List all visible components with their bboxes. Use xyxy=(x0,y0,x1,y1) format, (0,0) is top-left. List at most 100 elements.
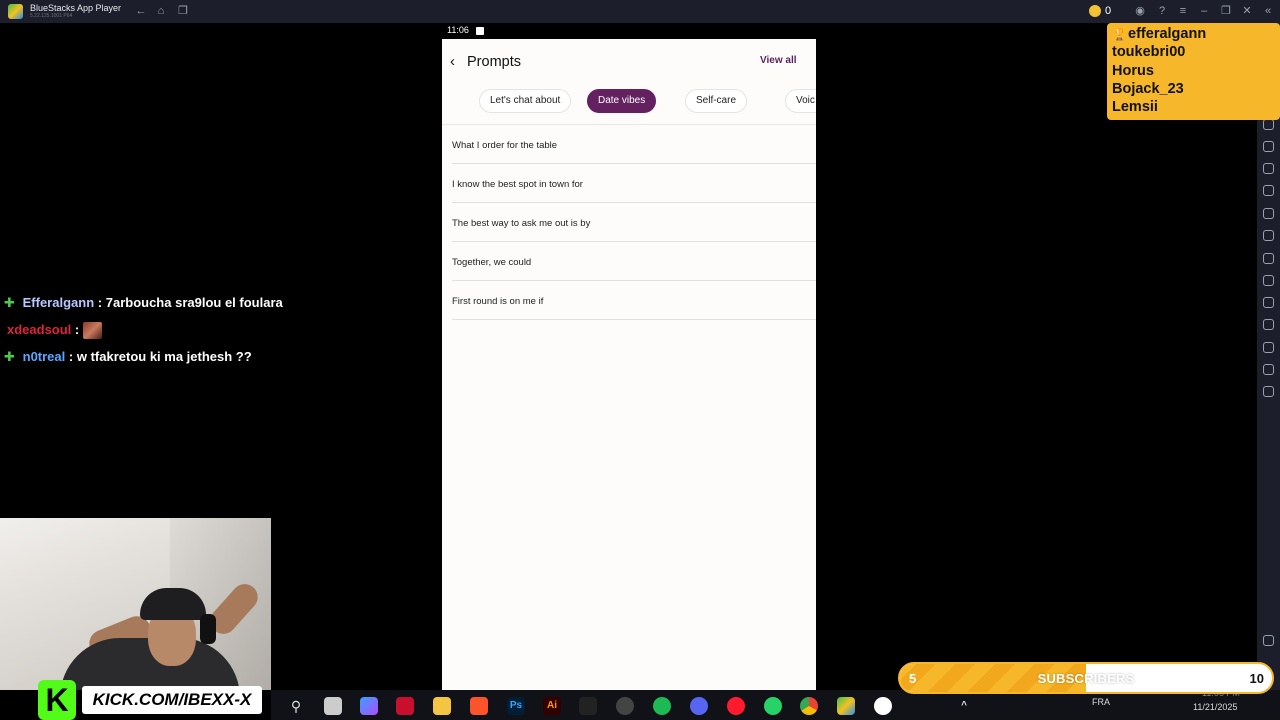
search-icon[interactable]: ⚲ xyxy=(287,697,305,715)
home-icon[interactable]: ⌂ xyxy=(154,4,168,18)
language-indicator[interactable]: FRA xyxy=(1092,697,1110,707)
file-explorer-icon[interactable] xyxy=(433,697,451,715)
category-chips: Let's chat about Date vibes Self-care Vo… xyxy=(442,89,816,114)
chat-username: Efferalgann xyxy=(22,295,95,310)
help-icon[interactable]: ? xyxy=(1155,4,1169,18)
subscriber-goal-bar: 5 SUBSCRIBERS 10 xyxy=(898,662,1274,694)
discord-icon[interactable] xyxy=(690,697,708,715)
figma-icon[interactable] xyxy=(579,697,597,715)
status-bar: 11:06 xyxy=(442,23,816,39)
chat-separator: : xyxy=(68,349,74,364)
app-icon[interactable] xyxy=(874,697,892,715)
prompt-text: The best way to ask me out is by xyxy=(452,218,591,229)
app-version: 5.22.125.1001 P64 xyxy=(30,13,73,19)
recent-apps-icon[interactable]: ❐ xyxy=(176,4,190,18)
chrome-icon[interactable] xyxy=(800,697,818,715)
settings-gear-icon[interactable] xyxy=(1263,635,1274,646)
prompt-item[interactable]: The best way to ask me out is by xyxy=(452,203,816,242)
fullscreen-icon[interactable] xyxy=(1263,230,1274,241)
prompt-text: What I order for the table xyxy=(452,140,558,151)
chip-voice[interactable]: Voic xyxy=(785,89,816,113)
macro-icon[interactable] xyxy=(1263,185,1274,196)
right-sidebar xyxy=(1257,23,1280,720)
account-icon[interactable]: ◉ xyxy=(1133,4,1147,18)
leaderboard-row: Bojack_23 xyxy=(1112,80,1184,97)
coin-icon xyxy=(1089,5,1101,17)
prompt-text: Together, we could xyxy=(452,257,532,268)
minimize-icon[interactable]: – xyxy=(1197,4,1211,18)
illustrator-icon[interactable]: Ai xyxy=(543,697,561,715)
chat-username: xdeadsoul xyxy=(7,322,72,337)
prompt-item[interactable]: First round is on me if xyxy=(452,281,816,320)
copilot-icon[interactable] xyxy=(360,697,378,715)
expand-sidebar-icon[interactable]: « xyxy=(1261,4,1275,18)
status-time: 11:06 xyxy=(447,25,469,35)
leaderboard-row: 🏆 efferalgann xyxy=(1112,25,1280,43)
spotify-icon[interactable] xyxy=(653,697,671,715)
bluestacks-icon[interactable] xyxy=(837,697,855,715)
prompt-text: First round is on me if xyxy=(452,296,544,307)
mcafee-icon[interactable] xyxy=(396,697,414,715)
airplane-icon[interactable] xyxy=(1263,275,1274,286)
task-view-icon[interactable] xyxy=(324,697,342,715)
phone-screen: 11:06 ‹ Prompts View all Let's chat abou… xyxy=(442,23,816,690)
layers-icon[interactable] xyxy=(1263,364,1274,375)
menu-icon[interactable]: ≡ xyxy=(1176,4,1190,18)
back-arrow-icon[interactable]: ← xyxy=(134,4,148,18)
windows-taskbar: ⚲ Ps Ai ^ FRA 11:06 PM 11/21/2025 xyxy=(271,688,1280,720)
chat-username: n0treal xyxy=(22,349,66,364)
whatsapp-icon[interactable] xyxy=(764,697,782,715)
rotate-icon[interactable] xyxy=(1263,119,1274,130)
chat-message: ✚ Efferalgann : 7arboucha sra9lou el fou… xyxy=(4,293,283,313)
plus-badge-icon: ✚ xyxy=(4,349,15,364)
prompt-item[interactable]: Together, we could xyxy=(452,242,816,281)
tray-chevron-icon[interactable]: ^ xyxy=(955,697,973,715)
gamepad-icon[interactable] xyxy=(1263,163,1274,174)
chip-date-vibes[interactable]: Date vibes xyxy=(587,89,657,113)
page-title: Prompts xyxy=(467,54,521,70)
title-bar: BlueStacks App Player 5.22.125.1001 P64 … xyxy=(0,0,1280,23)
kick-url: KICK.COM/IBEXX-X xyxy=(82,686,262,714)
chat-text: w tfakretou ki ma jethesh ?? xyxy=(76,349,252,364)
chat-message: xdeadsoul : xyxy=(7,320,102,340)
sync-icon[interactable] xyxy=(1263,386,1274,397)
refresh-icon[interactable] xyxy=(1263,141,1274,152)
media-folder-icon[interactable] xyxy=(1263,253,1274,264)
emote-icon xyxy=(82,322,102,340)
sub-goal-label: SUBSCRIBERS xyxy=(1037,671,1135,686)
plus-badge-icon: ✚ xyxy=(4,295,15,310)
brave-icon[interactable] xyxy=(470,697,488,715)
multi-instance-icon[interactable] xyxy=(1263,297,1274,308)
kick-logo-icon: K xyxy=(38,680,76,720)
restore-icon[interactable]: ❐ xyxy=(1219,4,1233,18)
chat-text: 7arboucha sra9lou el foulara xyxy=(105,295,283,310)
kick-banner: K KICK.COM/IBEXX-X xyxy=(36,680,266,720)
prompt-text: I know the best spot in town for xyxy=(452,179,583,190)
prompt-item[interactable]: What I order for the table xyxy=(452,125,816,164)
eco-mode-icon[interactable] xyxy=(1263,319,1274,330)
leaderboard: 🏆 efferalgann toukebri00 Horus Bojack_23… xyxy=(1107,23,1280,120)
opera-icon[interactable] xyxy=(727,697,745,715)
webcam-feed xyxy=(0,518,271,690)
location-icon[interactable] xyxy=(1263,342,1274,353)
headset-icon xyxy=(200,614,216,644)
close-icon[interactable]: ✕ xyxy=(1240,4,1254,18)
chip-self-care[interactable]: Self-care xyxy=(685,89,748,113)
obs-icon[interactable] xyxy=(616,697,634,715)
screenshot-icon[interactable] xyxy=(1263,208,1274,219)
clock-date[interactable]: 11/21/2025 xyxy=(1193,702,1237,712)
leaderboard-row: Horus xyxy=(1112,62,1154,79)
screen: BlueStacks App Player 5.22.125.1001 P64 … xyxy=(0,0,1280,720)
chat-separator: : xyxy=(97,295,103,310)
leaderboard-row: Lemsii xyxy=(1112,99,1158,116)
leaderboard-name: efferalgann xyxy=(1128,26,1207,42)
sub-target-count: 10 xyxy=(1249,671,1264,686)
coin-count: 0 xyxy=(1105,5,1112,17)
photoshop-icon[interactable]: Ps xyxy=(507,697,525,715)
chat-separator: : xyxy=(74,322,80,337)
chip-lets-chat[interactable]: Let's chat about xyxy=(479,89,572,113)
back-chevron-icon[interactable]: ‹ xyxy=(450,54,459,70)
view-all-link[interactable]: View all xyxy=(760,55,797,66)
window-title: BlueStacks App Player xyxy=(30,3,122,13)
prompt-item[interactable]: I know the best spot in town for xyxy=(452,164,816,203)
